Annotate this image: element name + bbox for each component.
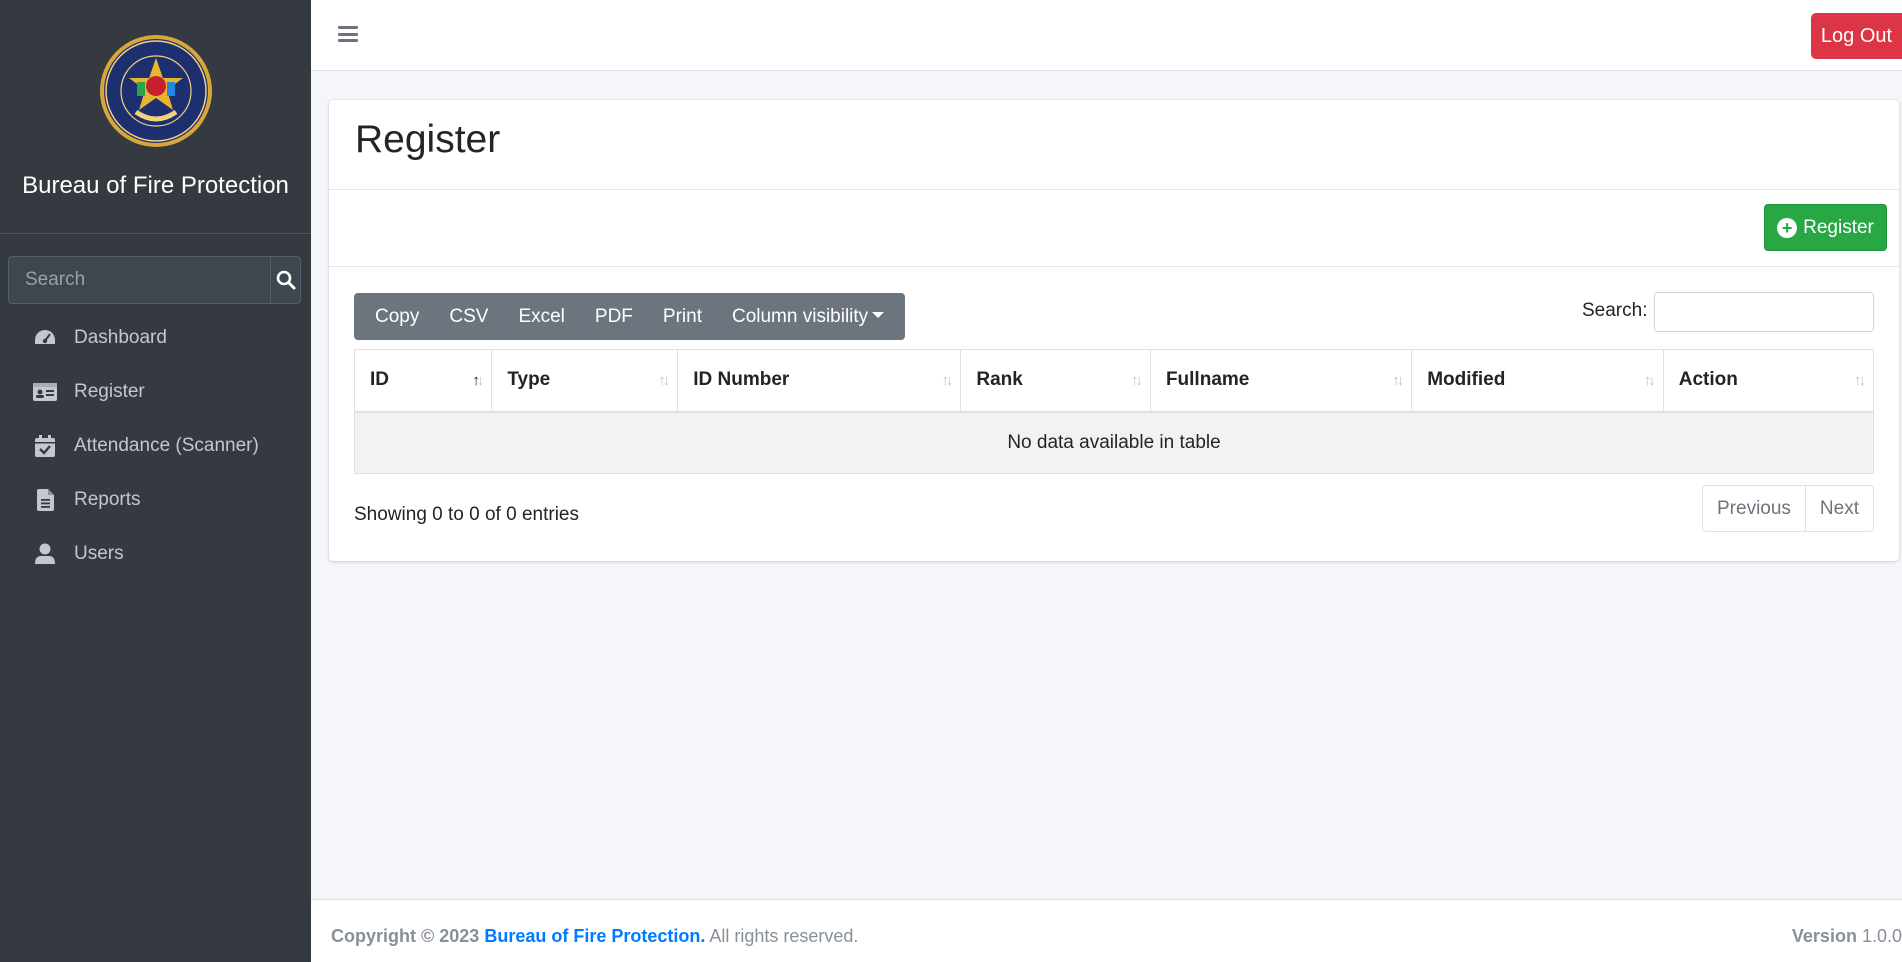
table-search-label: Search: [1582, 300, 1648, 321]
register-button[interactable]: + Register [1764, 204, 1887, 251]
column-header-id-number[interactable]: ID Number ↑↓ [677, 349, 962, 413]
table-search-input[interactable] [1654, 292, 1874, 332]
sidebar-search-button[interactable] [270, 256, 301, 304]
sort-icon: ↑↓ [1643, 372, 1656, 389]
register-table: ID ↑↓ Type ↑↓ ID Number ↑↓ Rank ↑↓ Fullname ↑… [353, 349, 1875, 474]
sidebar-item-label: Users [74, 543, 124, 564]
previous-page-button[interactable]: Previous [1703, 486, 1805, 531]
sidebar-search [8, 256, 301, 304]
next-page-button[interactable]: Next [1804, 486, 1873, 531]
logout-button[interactable]: Log Out [1811, 13, 1902, 59]
column-header-rank[interactable]: Rank ↑↓ [960, 349, 1151, 413]
brand-link[interactable]: Bureau of Fire Protection [0, 0, 311, 234]
column-header-action[interactable]: Action ↑↓ [1662, 349, 1875, 413]
sidebar-item-label: Reports [74, 489, 141, 510]
org-link[interactable]: Bureau of Fire Protection. [484, 926, 705, 946]
sort-icon: ↑↓ [1854, 372, 1866, 389]
page-title: Register [355, 118, 501, 161]
sort-icon: ↑↓ [1392, 372, 1404, 389]
sidebar-item-label: Attendance (Scanner) [74, 435, 259, 456]
export-buttons: Copy CSV Excel PDF Print Column visibili… [354, 293, 906, 340]
card-header: Register [329, 100, 1899, 190]
table-header-row: ID ↑↓ Type ↑↓ ID Number ↑↓ Rank ↑↓ Fullname ↑… [353, 349, 1875, 413]
column-visibility-label: Column visibility [731, 305, 869, 327]
sidebar-item-reports[interactable]: Reports [0, 473, 311, 527]
calendar-check-icon [32, 434, 58, 458]
sidebar-nav: Dashboard Register Attendance (Scanner) … [0, 311, 311, 581]
pagination: Previous Next [1702, 485, 1874, 532]
csv-button[interactable]: CSV [434, 293, 503, 340]
caret-down-icon [872, 312, 885, 318]
plus-circle-icon: + [1777, 217, 1798, 238]
version-label: Version [1791, 926, 1857, 946]
table-row: No data available in table [354, 411, 1874, 474]
version-number: 1.0.0 [1861, 926, 1902, 946]
table-info: Showing 0 to 0 of 0 entries [354, 504, 579, 525]
sidebar-item-users[interactable]: Users [0, 527, 311, 581]
sort-icon: ↑↓ [658, 372, 670, 389]
user-icon [32, 542, 58, 566]
menu-toggle-icon[interactable] [338, 24, 358, 44]
empty-table-message: No data available in table [354, 411, 1874, 474]
print-button[interactable]: Print [648, 293, 717, 340]
column-header-modified[interactable]: Modified ↑↓ [1411, 349, 1664, 413]
sort-icon: ↑↓ [472, 372, 484, 389]
sidebar-search-input[interactable] [8, 256, 270, 304]
column-header-fullname[interactable]: Fullname ↑↓ [1149, 349, 1413, 413]
register-card: Register + Register Copy CSV Excel PDF P… [329, 100, 1899, 561]
sidebar-item-register[interactable]: Register [0, 365, 311, 419]
rights-text: All rights reserved. [709, 926, 859, 946]
sidebar-item-dashboard[interactable]: Dashboard [0, 311, 311, 365]
footer-version: Version 1.0.0 [1792, 926, 1902, 947]
register-button-label: Register [1803, 216, 1874, 238]
id-card-icon [32, 380, 58, 404]
footer-copyright: Copyright © 2023 Bureau of Fire Protecti… [331, 926, 858, 947]
sort-icon: ↑↓ [1130, 372, 1143, 389]
column-visibility-button[interactable]: Column visibility [717, 293, 899, 340]
top-navbar: Log Out [311, 0, 1902, 71]
sidebar-item-label: Dashboard [74, 327, 167, 348]
excel-button[interactable]: Excel [503, 293, 579, 340]
bfp-logo [99, 35, 212, 147]
sidebar: Bureau of Fire Protection Dashboard Regi… [0, 0, 311, 962]
copy-button[interactable]: Copy [360, 293, 434, 340]
copyright-text: Copyright © 2023 [331, 926, 480, 946]
column-header-type[interactable]: Type ↑↓ [491, 349, 679, 413]
file-alt-icon [32, 488, 58, 512]
sidebar-item-attendance[interactable]: Attendance (Scanner) [0, 419, 311, 473]
column-header-id[interactable]: ID ↑↓ [353, 349, 493, 413]
card-actions: + Register [329, 190, 1899, 267]
search-icon [276, 270, 295, 290]
sort-icon: ↑↓ [941, 372, 953, 389]
brand-text: Bureau of Fire Protection [22, 172, 289, 199]
tachometer-icon [32, 326, 58, 350]
footer: Copyright © 2023 Bureau of Fire Protecti… [311, 899, 1902, 962]
pdf-button[interactable]: PDF [580, 293, 648, 340]
sidebar-item-label: Register [74, 381, 145, 402]
